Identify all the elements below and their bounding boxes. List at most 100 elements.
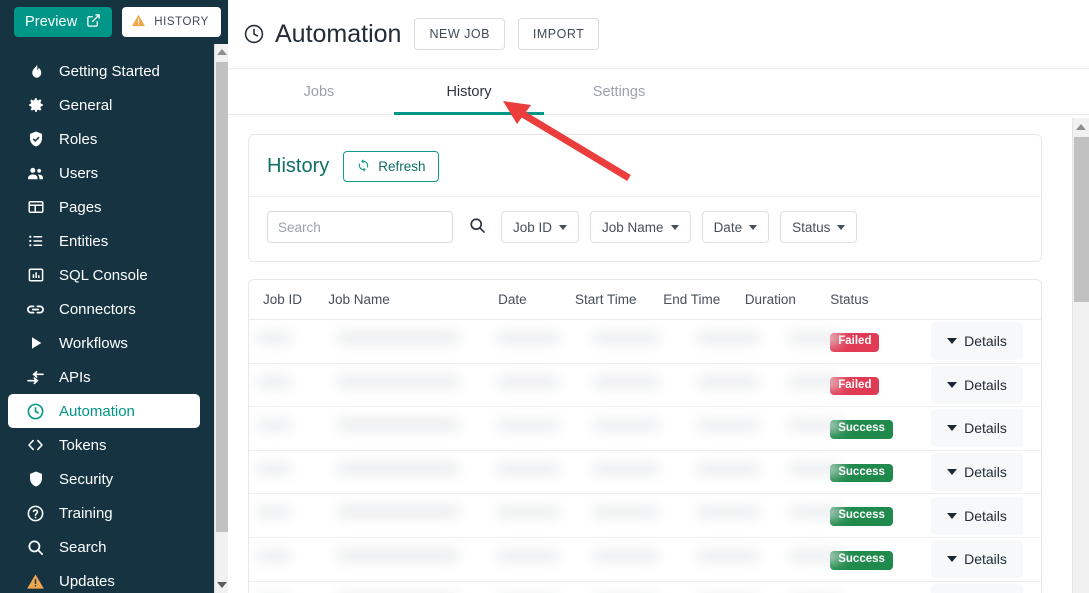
cell-status: Failed (830, 375, 931, 396)
bar-chart-icon (26, 266, 45, 285)
tab-settings[interactable]: Settings (544, 69, 694, 114)
chevron-down-icon (947, 556, 958, 563)
details-button[interactable]: Details (931, 453, 1024, 492)
preview-button[interactable]: Preview (14, 7, 113, 37)
table-row[interactable]: SuccessDetails (249, 582, 1041, 593)
filter-date-dropdown[interactable]: Date (701, 211, 770, 243)
page-title-text: Automation (275, 19, 402, 48)
link-icon (26, 300, 45, 319)
chevron-down-icon (670, 224, 679, 230)
flame-icon (26, 62, 45, 81)
table-row[interactable]: SuccessDetails (249, 407, 1041, 451)
sidebar-item-getting-started[interactable]: Getting Started (8, 54, 200, 88)
sidebar-item-apis[interactable]: APIs (8, 360, 200, 394)
warning-triangle-icon (26, 572, 45, 591)
search-icon (468, 216, 487, 238)
redacted-row-data (249, 320, 849, 363)
scrollbar-up-arrow-icon[interactable] (1073, 118, 1089, 135)
details-button-label: Details (964, 507, 1007, 524)
chevron-down-icon (947, 381, 958, 388)
scrollbar-up-arrow-icon[interactable] (215, 44, 228, 60)
sidebar-item-sql-console[interactable]: SQL Console (8, 258, 200, 292)
history-card-header: History Refresh (249, 135, 1041, 196)
users-icon (26, 164, 45, 183)
search-submit-button[interactable] (466, 216, 488, 238)
tab-jobs[interactable]: Jobs (244, 69, 394, 114)
column-header-date: Date (498, 292, 527, 307)
sidebar-item-updates[interactable]: Updates (8, 564, 200, 593)
details-button[interactable]: Details (931, 540, 1024, 579)
search-icon (26, 538, 45, 557)
sidebar-nav-scroll: Getting Started General Roles Users Page… (0, 44, 214, 593)
play-icon (26, 334, 45, 353)
details-button-label: Details (964, 551, 1007, 568)
refresh-button[interactable]: Refresh (343, 151, 439, 182)
sidebar-scrollbar[interactable] (214, 44, 228, 593)
chevron-down-icon (559, 224, 568, 230)
redacted-row-data (249, 451, 849, 494)
chevron-down-icon (749, 224, 758, 230)
column-header-duration: Duration (744, 292, 796, 307)
details-button[interactable]: Details (931, 409, 1024, 448)
filter-job-id-dropdown[interactable]: Job ID (501, 211, 580, 243)
cell-actions: Details (931, 365, 1027, 404)
filter-job-name-dropdown[interactable]: Job Name (590, 211, 691, 243)
redacted-row-data (249, 494, 849, 537)
redacted-row-data (249, 538, 849, 581)
sidebar-item-label: Connectors (59, 300, 136, 318)
sidebar-item-label: Automation (59, 402, 135, 420)
sidebar-item-training[interactable]: Training (8, 496, 200, 530)
details-button[interactable]: Details (931, 365, 1024, 404)
sidebar-item-tokens[interactable]: Tokens (8, 428, 200, 462)
redacted-row-data (249, 364, 849, 407)
shield-icon (26, 470, 45, 489)
sidebar-item-automation[interactable]: Automation (8, 394, 200, 428)
sidebar-item-workflows[interactable]: Workflows (8, 326, 200, 360)
scrollbar-thumb[interactable] (216, 62, 228, 532)
table-row[interactable]: Success Details (249, 494, 1041, 538)
details-button[interactable]: Details (931, 583, 1024, 593)
cell-status: Success (830, 505, 931, 526)
filter-bar: Job ID Job Name Date Status (249, 196, 1041, 261)
cell-actions: Details (931, 453, 1027, 492)
sidebar-item-label: Users (59, 164, 99, 182)
sidebar-item-label: Tokens (59, 436, 107, 454)
cell-actions: Details (931, 409, 1027, 448)
filter-status-dropdown[interactable]: Status (780, 211, 858, 243)
sidebar-item-search[interactable]: Search (8, 530, 200, 564)
table-row[interactable]: Failed Details (249, 320, 1041, 364)
table-row[interactable]: SuccessDetails (249, 451, 1041, 495)
sidebar-item-general[interactable]: General (8, 88, 200, 122)
sidebar-item-label: SQL Console (59, 266, 148, 284)
details-button[interactable]: Details (931, 322, 1024, 361)
scrollbar-down-arrow-icon[interactable] (215, 577, 228, 593)
import-button[interactable]: IMPORT (517, 18, 600, 50)
sidebar-item-label: Entities (59, 232, 109, 250)
sidebar-item-connectors[interactable]: Connectors (8, 292, 200, 326)
content-scrollbar[interactable] (1072, 118, 1089, 593)
scrollbar-thumb[interactable] (1074, 137, 1089, 302)
page-header: Automation NEW JOB IMPORT (228, 0, 1089, 68)
column-header-status: Status (830, 292, 869, 307)
tab-history[interactable]: History (394, 69, 544, 115)
sidebar-item-pages[interactable]: Pages (8, 190, 200, 224)
filter-label: Status (792, 219, 831, 235)
table-row[interactable]: SuccessDetails (249, 538, 1041, 582)
history-badge-button[interactable]: HISTORY (122, 7, 221, 37)
external-link-icon (86, 13, 101, 32)
layout-icon (26, 198, 45, 217)
new-job-button[interactable]: NEW JOB (414, 18, 505, 50)
table-row[interactable]: Failed Details (249, 364, 1041, 408)
sidebar-item-security[interactable]: Security (8, 462, 200, 496)
sidebar-item-users[interactable]: Users (8, 156, 200, 190)
details-button-label: Details (964, 376, 1007, 393)
chevron-down-icon (947, 338, 958, 345)
sidebar-item-label: Search (59, 538, 107, 556)
sidebar-item-label: APIs (59, 368, 91, 386)
filter-label: Job ID (513, 219, 553, 235)
details-button[interactable]: Details (931, 496, 1024, 535)
sidebar-item-roles[interactable]: Roles (8, 122, 200, 156)
shield-check-icon (26, 130, 45, 149)
search-input[interactable] (267, 211, 453, 243)
sidebar-item-entities[interactable]: Entities (8, 224, 200, 258)
